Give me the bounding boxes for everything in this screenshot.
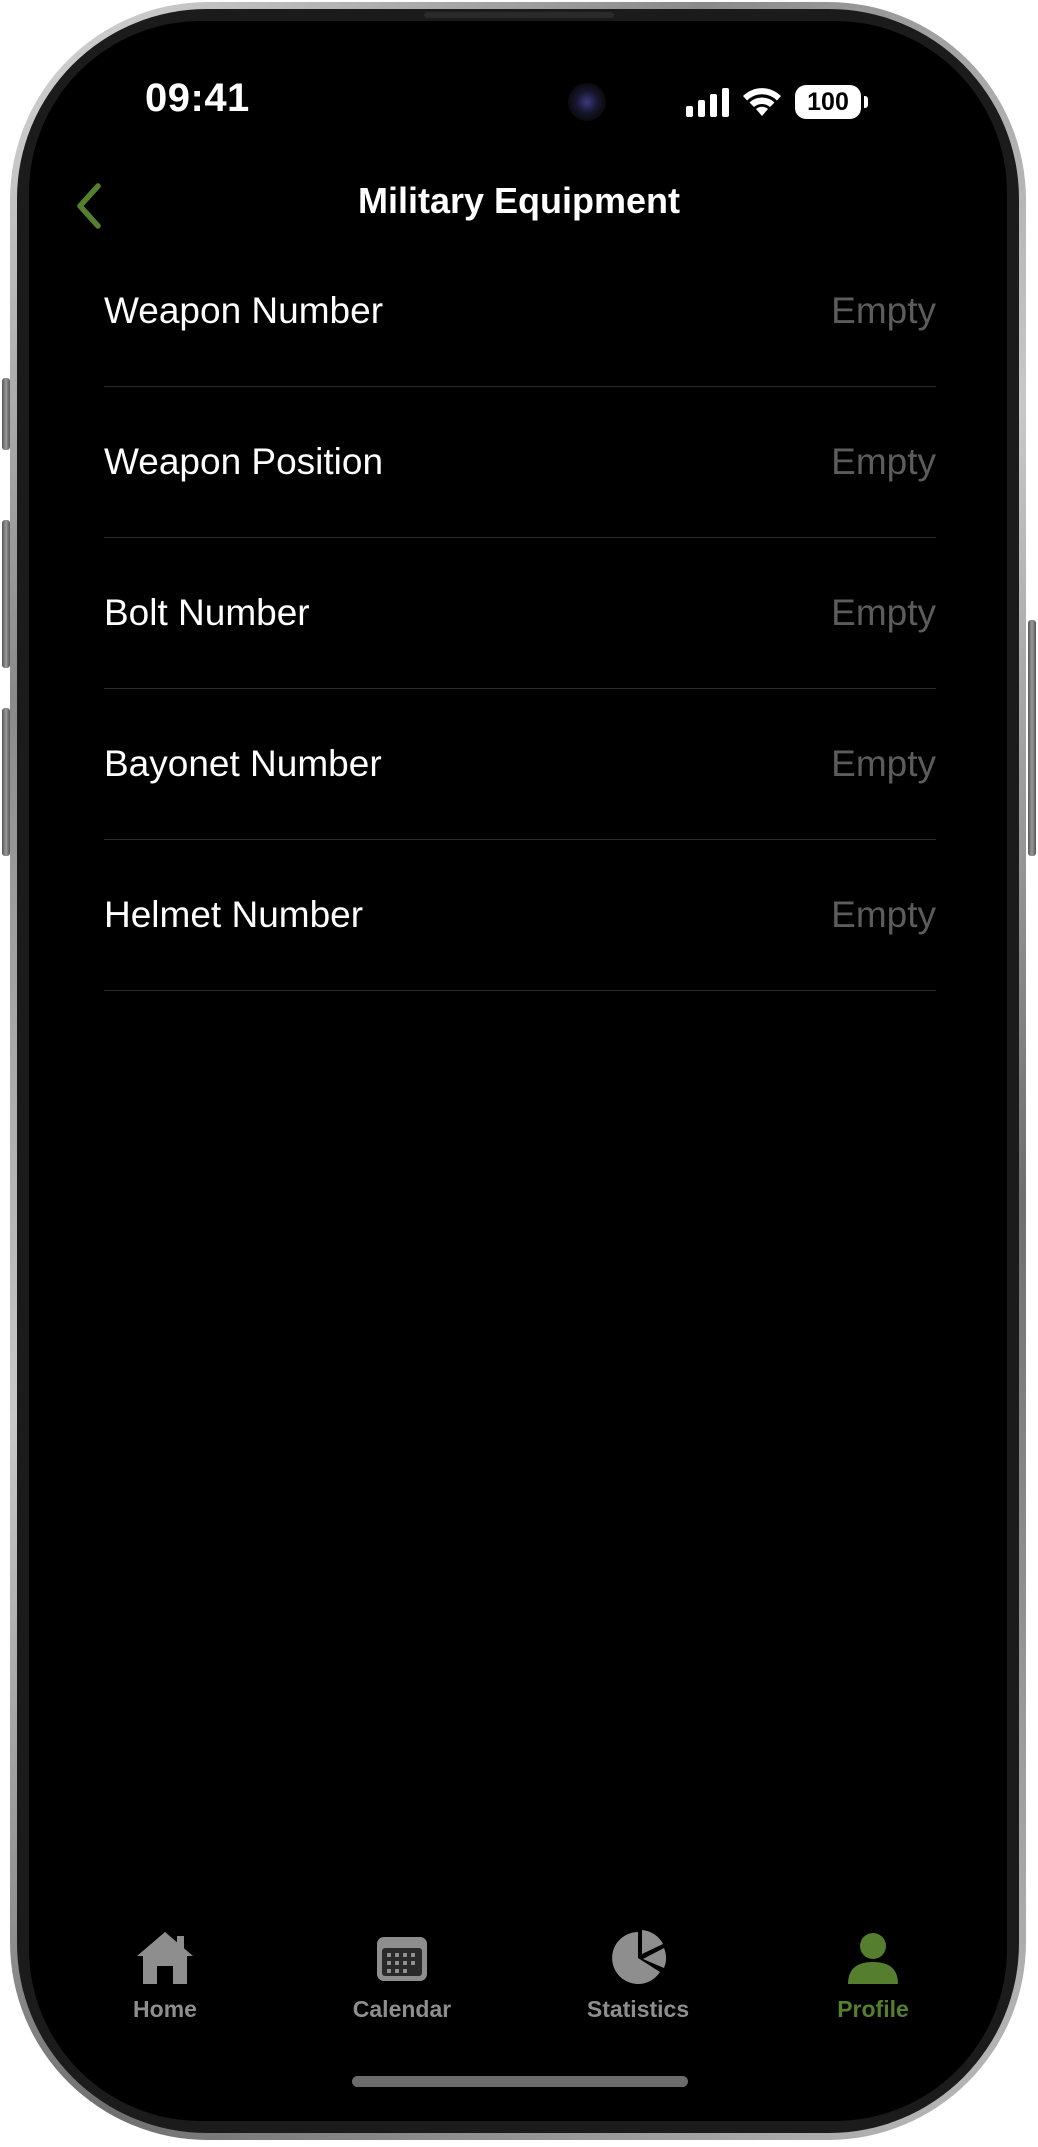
field-value: Empty — [831, 592, 936, 633]
field-value: Empty — [831, 894, 936, 935]
page-title: Military Equipment — [357, 180, 681, 221]
volume-down-button — [2, 708, 10, 856]
tab-statistics[interactable]: Statistics — [548, 1928, 728, 2023]
status-icons: 100 — [686, 84, 868, 120]
field-value: Empty — [831, 441, 936, 482]
tab-label: Calendar — [352, 1996, 452, 2022]
battery-icon: 100 — [795, 85, 868, 119]
status-time: 09:41 — [145, 76, 250, 120]
house-icon — [133, 1928, 197, 1988]
field-row-helmet-number[interactable]: Helmet Number Empty — [104, 840, 936, 991]
speaker-grille — [424, 12, 614, 18]
volume-up-button — [2, 520, 10, 668]
field-row-weapon-position[interactable]: Weapon Position Empty — [104, 387, 936, 538]
front-camera — [568, 83, 606, 121]
tab-label: Statistics — [586, 1996, 690, 2022]
pie-chart-icon — [606, 1928, 670, 1988]
cellular-signal-icon — [686, 87, 729, 117]
tab-calendar[interactable]: Calendar — [312, 1928, 492, 2023]
home-indicator[interactable] — [352, 2076, 688, 2087]
field-row-bayonet-number[interactable]: Bayonet Number Empty — [104, 689, 936, 840]
field-row-weapon-number[interactable]: Weapon Number Empty — [104, 236, 936, 387]
equipment-field-list: Weapon Number Empty Weapon Position Empt… — [104, 236, 936, 991]
person-icon — [841, 1928, 905, 1988]
action-button — [2, 378, 10, 450]
calendar-icon — [370, 1928, 434, 1988]
tab-label: Profile — [837, 1996, 909, 2022]
device-screenshot: 09:41 100 Military Equipment Weapon Numb… — [0, 0, 1038, 2147]
battery-level: 100 — [807, 87, 849, 116]
tab-profile[interactable]: Profile — [783, 1928, 963, 2023]
power-button — [1028, 620, 1036, 856]
field-label: Helmet Number — [104, 894, 364, 935]
field-value: Empty — [831, 290, 936, 331]
tab-home[interactable]: Home — [75, 1928, 255, 2023]
field-label: Bolt Number — [104, 592, 310, 633]
field-label: Bayonet Number — [104, 743, 382, 784]
field-value: Empty — [831, 743, 936, 784]
field-label: Weapon Position — [104, 441, 384, 482]
field-label: Weapon Number — [104, 290, 384, 331]
tab-bar: Home Calendar Statistics Profile — [0, 1928, 1038, 2038]
tab-label: Home — [133, 1996, 197, 2022]
wifi-icon — [743, 88, 781, 116]
field-row-bolt-number[interactable]: Bolt Number Empty — [104, 538, 936, 689]
